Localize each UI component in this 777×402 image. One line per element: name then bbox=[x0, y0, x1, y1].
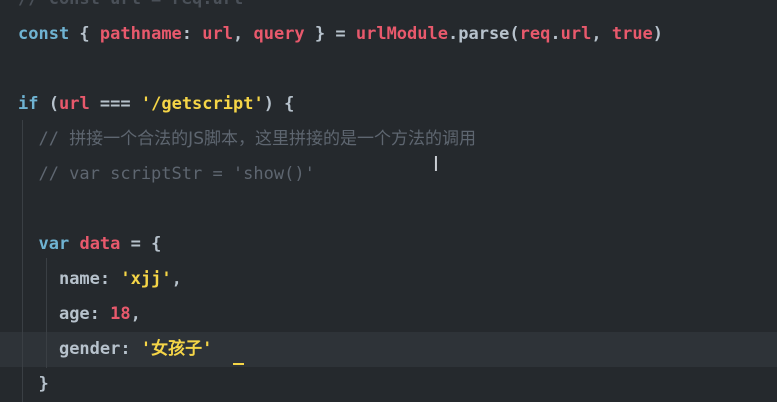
indent-guide bbox=[22, 120, 23, 402]
code-line[interactable]: var data = { bbox=[0, 227, 777, 262]
code-token: ) { bbox=[263, 94, 295, 114]
code-token: , bbox=[233, 24, 254, 44]
code-token: { bbox=[69, 24, 100, 44]
code-token: const bbox=[18, 24, 70, 44]
code-token: data bbox=[79, 234, 121, 254]
code-line[interactable]: if (url === '/getscript') { bbox=[0, 87, 777, 122]
code-token: , bbox=[171, 269, 182, 289]
code-line[interactable]: } bbox=[0, 367, 777, 402]
code-token: 拼接一个合法的JS脚本，这里拼接的是一个方法的调用 bbox=[69, 129, 476, 149]
code-token: url bbox=[560, 24, 592, 44]
code-line[interactable]: // 拼接一个合法的JS脚本，这里拼接的是一个方法的调用 bbox=[0, 122, 777, 157]
code-token: pathname bbox=[99, 24, 182, 44]
code-token: ) bbox=[652, 24, 664, 44]
code-token: ( bbox=[509, 24, 520, 44]
code-line-text: // 拼接一个合法的JS脚本，这里拼接的是一个方法的调用 bbox=[18, 122, 476, 157]
code-line[interactable]: // const url = req.url bbox=[0, 0, 777, 17]
code-line[interactable]: age: 18, bbox=[0, 297, 777, 332]
code-token: : bbox=[89, 304, 111, 324]
code-token: '/getscript' bbox=[140, 94, 264, 114]
code-token: if bbox=[18, 94, 39, 114]
code-line[interactable]: // var scriptStr = 'show()' bbox=[0, 157, 777, 192]
code-token: 'xjj' bbox=[120, 269, 172, 289]
mouse-ibeam-icon: I bbox=[433, 152, 439, 176]
code-token: } = bbox=[304, 24, 356, 44]
code-line-text: gender: '女孩子' bbox=[18, 332, 212, 367]
code-line-text: if (url === '/getscript') { bbox=[18, 87, 294, 122]
code-token: query bbox=[253, 24, 305, 44]
code-token: // var scriptStr = 'show()' bbox=[18, 164, 315, 184]
code-token: = { bbox=[120, 234, 162, 254]
text-cursor bbox=[233, 363, 244, 365]
code-line[interactable] bbox=[0, 52, 777, 87]
code-line-text: // var scriptStr = 'show()' bbox=[18, 157, 315, 192]
code-line-text: const { pathname: url, query } = urlModu… bbox=[18, 17, 663, 52]
code-token: , bbox=[130, 304, 141, 324]
code-token: gender bbox=[58, 339, 121, 359]
code-token: // const url = req.url bbox=[18, 0, 243, 9]
code-token: ( bbox=[38, 94, 59, 114]
code-line-text: var data = { bbox=[18, 227, 161, 262]
indent-guide bbox=[46, 258, 47, 368]
code-line-text: // const url = req.url bbox=[18, 0, 243, 17]
code-token: ' bbox=[140, 339, 152, 359]
code-token: parse bbox=[458, 24, 510, 44]
code-token: url bbox=[202, 24, 233, 44]
code-token: , bbox=[591, 24, 612, 44]
code-line[interactable]: gender: '女孩子' bbox=[0, 332, 777, 367]
code-line-text: age: 18, bbox=[18, 297, 141, 332]
code-token: name bbox=[58, 269, 100, 289]
code-token: : bbox=[181, 24, 203, 44]
code-editor[interactable]: } gender: '女孩子' age: 18, name: 'xjj', va… bbox=[0, 0, 777, 402]
code-token: req bbox=[519, 24, 551, 44]
code-token: : bbox=[120, 339, 141, 359]
code-token: 女孩子 bbox=[151, 339, 203, 359]
code-token: var bbox=[38, 234, 70, 254]
code-token: . bbox=[550, 24, 561, 44]
code-token: age bbox=[58, 304, 90, 324]
code-line[interactable] bbox=[0, 192, 777, 227]
code-token: . bbox=[447, 24, 459, 44]
code-token: ' bbox=[202, 339, 213, 359]
code-token: true bbox=[611, 24, 653, 44]
code-token: urlModule bbox=[355, 24, 448, 44]
code-line[interactable]: const { pathname: url, query } = urlModu… bbox=[0, 17, 777, 52]
code-token: : bbox=[99, 269, 121, 289]
code-token: // bbox=[18, 129, 70, 149]
code-token: 18 bbox=[110, 304, 131, 324]
code-token: url bbox=[58, 94, 90, 114]
code-token: === bbox=[89, 94, 141, 114]
code-line-text: name: 'xjj', bbox=[18, 262, 182, 297]
code-line[interactable]: name: 'xjj', bbox=[0, 262, 777, 297]
